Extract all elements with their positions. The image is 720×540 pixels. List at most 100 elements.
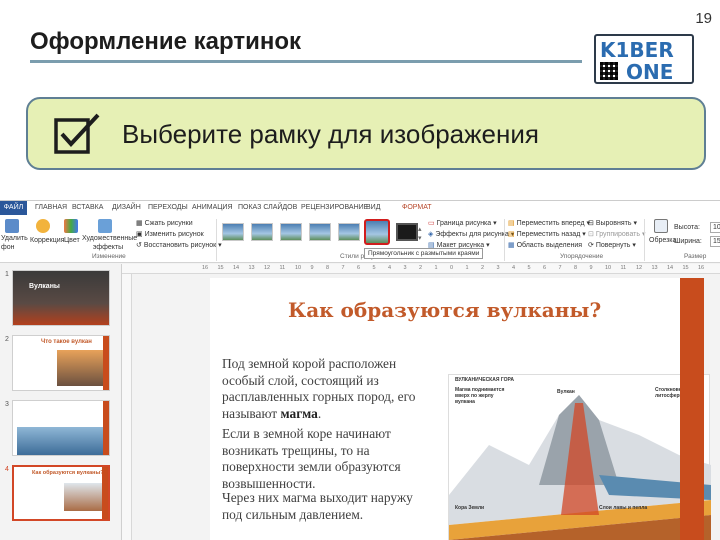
picture-style-2[interactable] <box>251 223 273 241</box>
bring-forward-button[interactable]: ▤ Переместить вперед ▾ <box>508 219 590 228</box>
align-label: Выровнять <box>595 220 632 227</box>
powerpoint-window: ФАЙЛ ГЛАВНАЯ ВСТАВКА ДИЗАЙН ПЕРЕХОДЫ АНИ… <box>0 200 720 540</box>
thumb-title: Вулканы <box>29 283 60 290</box>
ruler-tick: 12 <box>264 265 271 271</box>
gallery-more-icon[interactable]: ▴ ▾ <box>418 225 422 243</box>
ruler-tick: 13 <box>248 265 255 271</box>
ruler-tick: 2 <box>419 265 423 271</box>
thumb-title: Как образуются вулканы? <box>32 470 104 476</box>
vertical-ruler <box>122 274 132 540</box>
tab-slideshow[interactable]: ПОКАЗ СЛАЙДОВ <box>238 204 297 211</box>
tab-file[interactable]: ФАЙЛ <box>0 201 27 215</box>
slide-thumbnail-2[interactable]: Что такое вулкан <box>12 335 110 391</box>
ruler-tick: 12 <box>636 265 643 271</box>
ruler-tick: 0 <box>450 265 454 271</box>
ruler-tick: 6 <box>543 265 547 271</box>
ruler-tick: 15 <box>682 265 689 271</box>
checkbox-checked-icon <box>54 113 100 154</box>
ruler-tick: 16 <box>698 265 705 271</box>
corrections-icon <box>36 219 50 233</box>
height-input[interactable]: 10 <box>710 222 720 233</box>
tab-insert[interactable]: ВСТАВКА <box>72 204 103 211</box>
corrections-button[interactable]: Коррекция <box>30 236 64 245</box>
p1-bold: магма <box>280 405 318 421</box>
width-input[interactable]: 15 <box>710 236 720 247</box>
picture-style-7[interactable] <box>396 223 418 241</box>
picture-effects-button[interactable]: ◈ Эффекты для рисунка ▾ <box>428 230 514 239</box>
color-icon <box>64 219 78 233</box>
tab-animation[interactable]: АНИМАЦИЯ <box>192 204 233 211</box>
ruler-tick: 9 <box>589 265 593 271</box>
volcano-diagram[interactable]: ВУЛКАНИЧЕСКАЯ ГОРА Магма поднимается вве… <box>448 374 711 540</box>
ruler-tick: 8 <box>326 265 330 271</box>
thumb-number: 4 <box>5 466 9 473</box>
ruler-tick: 8 <box>574 265 578 271</box>
send-backward-button[interactable]: ▤ Переместить назад ▾ <box>508 230 586 239</box>
slide-paragraph-3: Через них магма выходит наружу под сильн… <box>222 490 413 522</box>
compress-pictures-button[interactable]: ▦ Сжать рисунки <box>136 219 193 228</box>
ruler-tick: 5 <box>527 265 531 271</box>
slide-thumbnail-1[interactable]: Вулканы <box>12 270 110 326</box>
picture-style-4[interactable] <box>309 223 331 241</box>
ruler-tick: 3 <box>496 265 500 271</box>
picture-border-button[interactable]: ▭ Граница рисунка ▾ <box>428 219 497 228</box>
selection-pane-label: Область выделения <box>516 242 583 249</box>
artistic-effects-button[interactable]: Художественные эффекты <box>82 234 137 252</box>
ruler-tick: 16 <box>202 265 209 271</box>
ruler-tick: 3 <box>403 265 407 271</box>
color-button[interactable]: Цвет <box>64 236 80 245</box>
ribbon-tabs: ФАЙЛ ГЛАВНАЯ ВСТАВКА ДИЗАЙН ПЕРЕХОДЫ АНИ… <box>0 201 720 215</box>
thumb-number: 3 <box>5 401 9 408</box>
ruler-tick: 4 <box>388 265 392 271</box>
ruler-tick: 10 <box>605 265 612 271</box>
thumb-title: Что такое вулкан <box>41 339 92 345</box>
tab-review[interactable]: РЕЦЕНЗИРОВАНИЕ <box>301 204 368 211</box>
diagram-ash-label: Слои лавы и пепла <box>599 505 648 511</box>
picture-style-5[interactable] <box>338 223 360 241</box>
ruler-tick: 9 <box>310 265 314 271</box>
border-label: Граница рисунка <box>436 220 492 227</box>
slide-thumbnails-pane: 1 Вулканы 2 Что такое вулкан 3 4 Как обр… <box>0 264 122 540</box>
picture-style-1[interactable] <box>222 223 244 241</box>
remove-background-button[interactable]: Удалить фон <box>1 234 28 252</box>
rotate-label: Повернуть <box>595 242 631 249</box>
ruler-tick: 5 <box>372 265 376 271</box>
group-size-label: Размер <box>684 253 707 260</box>
ruler-tick: 11 <box>279 265 286 271</box>
crop-icon <box>654 219 668 233</box>
slide-thumbnail-3[interactable] <box>12 400 110 456</box>
tab-view[interactable]: ВИД <box>366 204 380 211</box>
ruler-tick: 14 <box>233 265 240 271</box>
compress-label: Сжать рисунки <box>144 220 193 227</box>
horizontal-ruler: 16 15 14 13 12 11 10 9 8 7 6 5 4 3 2 1 0 1 2 3 4 5 6 7 8 9 10 11 12 1… <box>122 264 720 274</box>
change-picture-button[interactable]: ▣ Изменить рисунок <box>136 230 204 239</box>
instruction-text: Выберите рамку для изображения <box>122 119 539 149</box>
slide-accent-stripe <box>680 278 704 540</box>
tab-design[interactable]: ДИЗАЙН <box>112 204 141 211</box>
thumb-image <box>64 483 102 511</box>
p1-end: . <box>317 405 322 421</box>
ruler-tick: 2 <box>481 265 485 271</box>
align-button[interactable]: ⊟ Выровнять ▾ <box>588 219 637 228</box>
tab-transitions[interactable]: ПЕРЕХОДЫ <box>148 204 188 211</box>
ruler-tick: 1 <box>434 265 438 271</box>
thumb-stripe <box>103 336 109 390</box>
tab-format[interactable]: ФОРМАТ <box>402 204 432 211</box>
tab-home[interactable]: ГЛАВНАЯ <box>35 204 67 211</box>
width-label: Ширина: <box>674 238 702 245</box>
ruler-tick: 1 <box>465 265 469 271</box>
thumb-stripe <box>102 467 108 519</box>
remove-background-icon <box>5 219 19 233</box>
group-button[interactable]: ⊡ Группировать ▾ <box>588 230 646 239</box>
selection-pane-button[interactable]: ▦ Область выделения <box>508 241 582 250</box>
group-change-label: Изменение <box>92 253 126 260</box>
thumb-stripe <box>103 401 109 455</box>
reset-picture-button[interactable]: ↺ Восстановить рисунок ▾ <box>136 241 222 250</box>
qr-code-icon <box>600 62 618 80</box>
rotate-button[interactable]: ⟳ Повернуть ▾ <box>588 241 636 250</box>
thumb-number: 2 <box>5 336 9 343</box>
crop-button[interactable]: Обрезка <box>649 236 676 245</box>
slide-thumbnail-4[interactable]: Как образуются вулканы? <box>12 465 110 521</box>
picture-style-soft-edge-rectangle[interactable] <box>364 219 390 245</box>
picture-style-3[interactable] <box>280 223 302 241</box>
